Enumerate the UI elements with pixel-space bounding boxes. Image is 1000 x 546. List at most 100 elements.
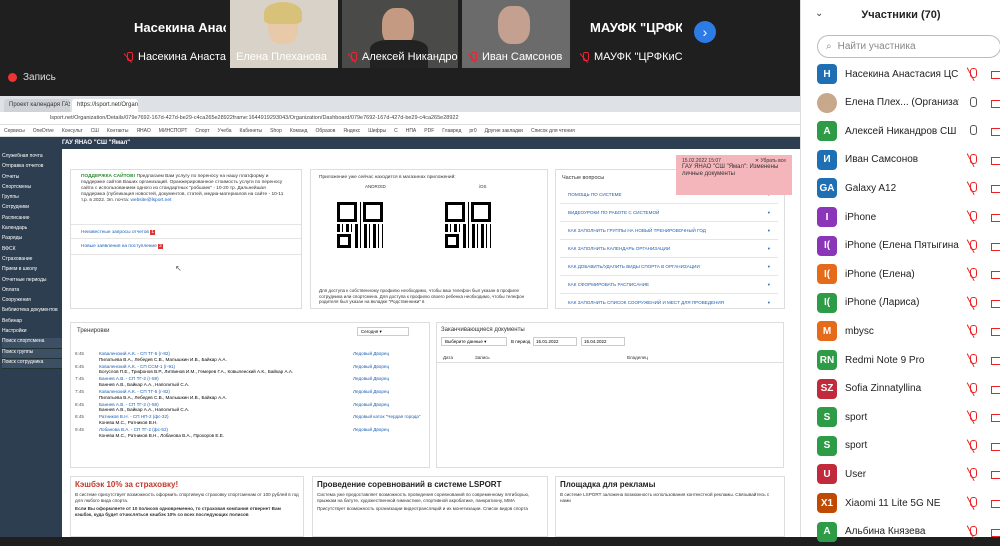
bookmark-item[interactable]: Учеба — [217, 128, 231, 136]
bookmark-item[interactable]: НПА — [406, 128, 417, 136]
bookmark-item[interactable]: PDF — [424, 128, 434, 136]
mic-icon[interactable] — [967, 96, 979, 110]
video-off-icon[interactable] — [991, 67, 1000, 81]
training-row[interactable]: 6:45 Коваленский А.К. - СП ТГ-5 (г-82) Пил… — [75, 351, 425, 362]
video-off-icon[interactable] — [991, 382, 1000, 396]
training-place-link[interactable]: Ледовый Дворец — [353, 351, 389, 362]
training-place-link[interactable]: Ледовый Дворец — [353, 427, 389, 438]
faq-item[interactable]: КАК СФОРМИРОВАТЬ РАСПИСАНИЕ ▾ — [560, 276, 778, 294]
mic-off-icon[interactable] — [967, 410, 979, 424]
sidebar-menu-item[interactable]: Библиотека документов — [2, 307, 62, 317]
training-place-link[interactable]: Ледовый каток "Чердая города" — [353, 414, 420, 425]
participant-row[interactable]: Mmbysc — [817, 317, 1000, 345]
video-off-icon[interactable] — [991, 439, 1000, 453]
faq-item[interactable]: КАК ДОБАВИТЬ/УДАЛИТЬ ВИДЫ СПОРТА В ОРГАН… — [560, 258, 778, 276]
mic-off-icon[interactable] — [967, 467, 979, 481]
faq-label[interactable]: КАК ЗАПОЛНИТЬ КАЛЕНДАРЬ ОРГАНИЗАЦИИ — [568, 246, 670, 251]
android-qr-code[interactable] — [335, 200, 385, 250]
video-tile[interactable]: Иван Самсонов — [462, 0, 570, 68]
faq-label[interactable]: ВИДЕОУРОКИ ПО РАБОТЕ С СИСТЕМОЙ — [568, 210, 659, 215]
bookmark-item[interactable]: Шифры — [368, 128, 386, 136]
training-place-link[interactable]: Ледовый Дворец — [353, 389, 389, 400]
faq-label[interactable]: ПОМОЩЬ ПО СИСТЕМЕ — [568, 192, 622, 197]
training-row[interactable]: 6:45 Коваленский А.К. - СП ССМ-1 (г-91) Бо… — [75, 364, 425, 375]
participant-search-input[interactable]: ⌕ Найти участника — [817, 35, 1000, 58]
trainings-date-select[interactable]: Сегодня ▾ — [357, 327, 409, 336]
bookmark-item[interactable]: Сервисы — [4, 128, 25, 136]
training-row[interactable]: 8:45 Баннев А.В. - СП ТГ-2 (г-59) Баннев А… — [75, 402, 425, 413]
faq-item[interactable]: ВИДЕОУРОКИ ПО РАБОТЕ С СИСТЕМОЙ ▾ — [560, 204, 778, 222]
bookmark-item[interactable]: pr0 — [469, 128, 476, 136]
training-row[interactable]: 7:45 Баннев А.В. - СП ТГ-2 (г-59) Баннев А… — [75, 376, 425, 387]
sidebar-menu-item[interactable]: Настройки — [2, 328, 62, 338]
sidebar-search-item[interactable]: Поиск сотрудника — [2, 358, 62, 370]
bookmark-item[interactable]: Яндекс — [343, 128, 360, 136]
bookmark-item[interactable]: СШ — [91, 128, 99, 136]
sidebar-menu-item[interactable]: Служебная почта — [2, 153, 62, 163]
training-row[interactable]: 7:45 Коваленский А.К. - СП ТГ-5 (г-82) Пил… — [75, 389, 425, 400]
mic-off-icon[interactable] — [967, 153, 979, 167]
sidebar-menu-item[interactable]: Отчеты — [2, 174, 62, 184]
new-applications-link[interactable]: Новые заявления на поступление — [81, 244, 157, 249]
bookmark-item[interactable]: OneDrive — [33, 128, 54, 136]
video-off-icon[interactable] — [991, 181, 1000, 195]
sidebar-menu-item[interactable]: Спортсмены — [2, 184, 62, 194]
video-tile[interactable]: Елена Плеханова — [230, 0, 338, 68]
mic-off-icon[interactable] — [967, 324, 979, 338]
video-off-icon[interactable] — [991, 410, 1000, 424]
mic-off-icon[interactable] — [967, 353, 979, 367]
video-tile[interactable]: Алексей Никандров СШ... — [342, 0, 458, 68]
bookmark-item[interactable]: МИНСПОРТ — [159, 128, 188, 136]
participant-row[interactable]: RN Redmi Note 9 Pro — [817, 346, 1000, 374]
participant-row[interactable]: IiPhone — [817, 203, 1000, 231]
mic-off-icon[interactable] — [967, 267, 979, 281]
participant-row[interactable]: SZ Sofia Zinnatyllina — [817, 375, 1000, 403]
video-off-icon[interactable] — [991, 324, 1000, 338]
video-off-icon[interactable] — [991, 96, 1000, 110]
video-off-icon[interactable] — [991, 239, 1000, 253]
bookmark-item[interactable]: С — [394, 128, 398, 136]
date-to-input[interactable]: 15.04.2022 — [581, 337, 625, 346]
sidebar-menu-item[interactable]: Расписание — [2, 215, 62, 225]
video-off-icon[interactable] — [991, 153, 1000, 167]
participant-row[interactable]: Елена Плех... (Организатор) — [817, 89, 1000, 117]
sidebar-search-item[interactable]: Поиск группы — [2, 348, 62, 359]
video-off-icon[interactable] — [991, 124, 1000, 138]
sidebar-menu-item[interactable]: Страхование — [2, 256, 62, 266]
participant-row[interactable]: А Алексей Никандров СШ Я... — [817, 117, 1000, 145]
sidebar-menu-item[interactable]: Календарь — [2, 225, 62, 235]
video-off-icon[interactable] — [991, 353, 1000, 367]
browser-tab[interactable]: https://lsport.net/Organization/... — [72, 99, 138, 112]
notification-toast[interactable]: 15.02.2022 15:07 ✕ Убрать все ГАУ ЯНАО "С… — [676, 155, 792, 195]
mic-off-icon[interactable] — [967, 525, 979, 539]
address-bar[interactable]: lsport.net/Organization/Details/079e7692… — [0, 112, 800, 125]
bookmark-item[interactable]: Главред — [442, 128, 461, 136]
faq-item[interactable]: КАК ЗАПОЛНИТЬ СПИСОК СООРУЖЕНИЙ И МЕСТ Д… — [560, 294, 778, 308]
training-row[interactable]: 9:45 Лобанова В.А. - СП ТГ-2 (фс-52) Конев… — [75, 427, 425, 438]
faq-label[interactable]: КАК ЗАПОЛНИТЬ ГРУППЫ НА НОВЫЙ ТРЕНИРОВОЧ… — [568, 228, 706, 233]
browser-tab[interactable]: Проект календаря ГАУ ЯНАО ... — [4, 99, 70, 112]
participant-row[interactable]: Ssport — [817, 432, 1000, 460]
participant-row[interactable]: I(iPhone (Елена) — [817, 260, 1000, 288]
sidebar-menu-item[interactable]: Сотрудники — [2, 204, 62, 214]
faq-item[interactable]: КАК ЗАПОЛНИТЬ ГРУППЫ НА НОВЫЙ ТРЕНИРОВОЧ… — [560, 222, 778, 240]
sidebar-menu-item[interactable]: Группы — [2, 194, 62, 204]
video-tile[interactable]: Насекина Анас... Насекина Анастасия ЦСП … — [118, 0, 226, 68]
sidebar-menu-item[interactable]: Отчетные периоды — [2, 277, 62, 287]
unknown-requests-link[interactable]: Неизвестные запросы отчетов — [81, 230, 149, 235]
participant-row[interactable]: А Альбина Князева — [817, 518, 1000, 546]
video-tile[interactable]: МАУФК "ЦРФК... МАУФК "ЦРФКиС" ... — [574, 0, 682, 68]
sidebar-menu-item[interactable]: Отправка отчетов — [2, 163, 62, 173]
mic-off-icon[interactable] — [967, 181, 979, 195]
documents-select[interactable]: Выберите данные ▾ — [441, 337, 507, 346]
faq-label[interactable]: КАК ЗАПОЛНИТЬ СПИСОК СООРУЖЕНИЙ И МЕСТ Д… — [568, 300, 724, 305]
sidebar-menu-item[interactable]: ВФСК — [2, 246, 62, 256]
date-from-input[interactable]: 15.01.2022 — [533, 337, 577, 346]
faq-label[interactable]: КАК СФОРМИРОВАТЬ РАСПИСАНИЕ — [568, 282, 649, 287]
video-off-icon[interactable] — [991, 296, 1000, 310]
mic-off-icon[interactable] — [967, 239, 979, 253]
participant-row[interactable]: Ssport — [817, 403, 1000, 431]
sidebar-menu-item[interactable]: Разряды — [2, 235, 62, 245]
mic-icon[interactable] — [967, 124, 979, 138]
bookmark-item[interactable]: Образов — [315, 128, 335, 136]
